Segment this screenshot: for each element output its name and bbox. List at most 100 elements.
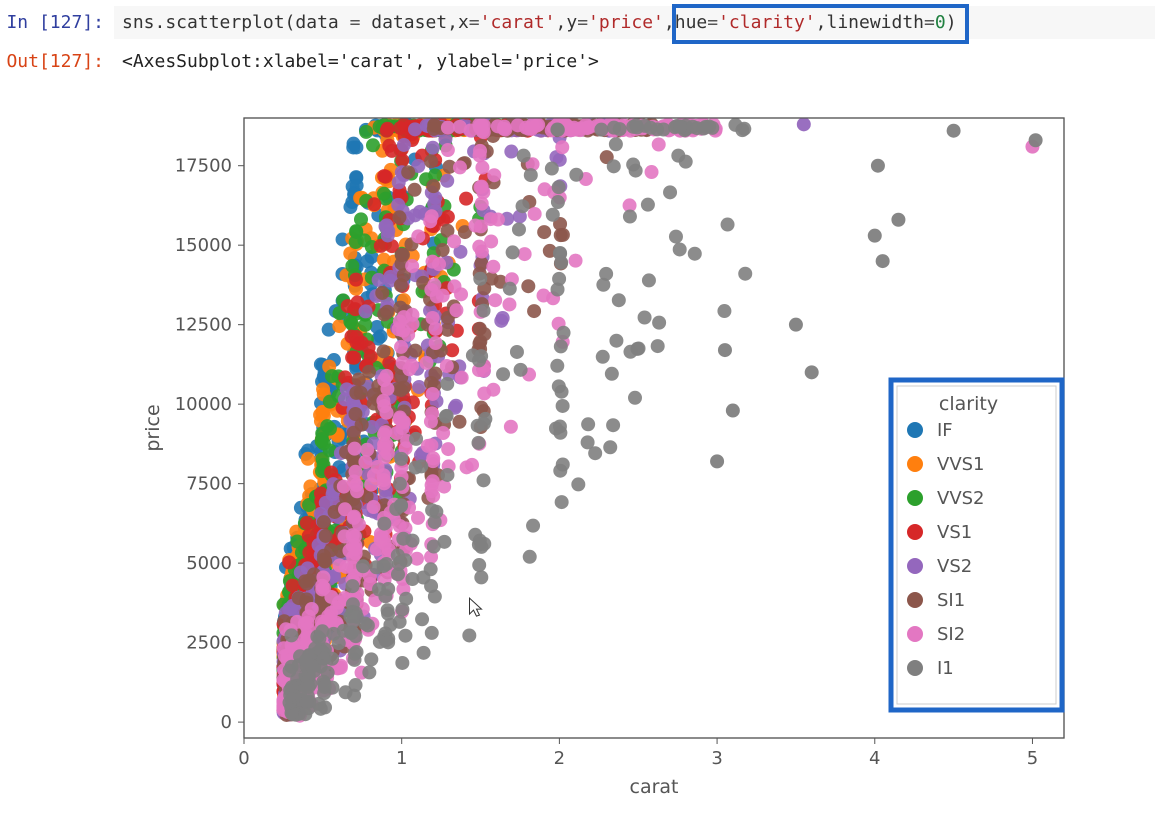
point bbox=[688, 247, 702, 261]
output-cell: Out[127]: <AxesSubplot:xlabel='carat', y… bbox=[4, 45, 1155, 78]
point bbox=[475, 161, 489, 175]
x-tick-label: 2 bbox=[554, 748, 565, 769]
point bbox=[354, 212, 368, 226]
point bbox=[556, 457, 570, 471]
x-tick-label: 4 bbox=[869, 748, 880, 769]
point bbox=[379, 170, 393, 184]
point bbox=[352, 517, 366, 531]
point bbox=[319, 529, 333, 543]
point bbox=[552, 379, 566, 393]
point bbox=[424, 562, 438, 576]
point bbox=[569, 168, 583, 182]
in-prompt-suffix: ]: bbox=[82, 12, 104, 33]
point bbox=[605, 367, 619, 381]
point bbox=[412, 380, 426, 394]
point bbox=[401, 165, 415, 179]
point bbox=[429, 336, 443, 350]
point bbox=[436, 426, 450, 440]
point bbox=[394, 340, 408, 354]
point bbox=[377, 517, 391, 531]
point bbox=[395, 248, 409, 262]
point bbox=[449, 303, 463, 317]
point bbox=[496, 367, 510, 381]
point-outlier bbox=[876, 254, 890, 268]
in-prompt-prefix: In [ bbox=[6, 12, 49, 33]
point bbox=[380, 369, 394, 383]
point bbox=[453, 160, 467, 174]
out-prompt-suffix: ]: bbox=[82, 51, 104, 72]
point bbox=[473, 149, 487, 163]
point bbox=[537, 225, 551, 239]
legend-label: SI2 bbox=[937, 624, 965, 645]
point bbox=[679, 155, 693, 169]
point bbox=[318, 700, 332, 714]
point bbox=[337, 480, 351, 494]
point bbox=[405, 259, 419, 273]
point bbox=[527, 304, 541, 318]
point bbox=[397, 381, 411, 395]
x-tick-label: 1 bbox=[396, 748, 407, 769]
legend-label: VS1 bbox=[937, 522, 972, 543]
point bbox=[346, 579, 360, 593]
point bbox=[440, 468, 454, 482]
legend-marker bbox=[907, 422, 923, 438]
chart-output: 025005000750010000125001500017500012345c… bbox=[114, 98, 1155, 818]
point-outlier bbox=[805, 365, 819, 379]
point bbox=[358, 617, 372, 631]
point bbox=[494, 314, 508, 328]
point bbox=[424, 438, 438, 452]
point bbox=[623, 210, 637, 224]
point bbox=[380, 305, 394, 319]
point bbox=[510, 345, 524, 359]
legend-marker bbox=[907, 626, 923, 642]
point bbox=[607, 159, 621, 173]
point bbox=[348, 407, 362, 421]
point bbox=[545, 162, 559, 176]
point bbox=[324, 543, 338, 557]
point bbox=[673, 120, 687, 134]
point bbox=[399, 592, 413, 606]
point bbox=[441, 210, 455, 224]
point bbox=[364, 652, 378, 666]
point bbox=[517, 149, 531, 163]
point bbox=[460, 460, 474, 474]
y-tick-label: 5000 bbox=[186, 553, 232, 574]
point bbox=[317, 686, 331, 700]
point bbox=[717, 304, 731, 318]
point bbox=[426, 255, 440, 269]
point bbox=[300, 577, 314, 591]
point bbox=[651, 339, 665, 353]
point bbox=[380, 122, 394, 136]
point bbox=[359, 125, 373, 139]
point bbox=[524, 168, 538, 182]
point bbox=[468, 219, 482, 233]
point bbox=[554, 256, 568, 270]
point bbox=[528, 207, 542, 221]
output-text: <AxesSubplot:xlabel='carat', ylabel='pri… bbox=[114, 45, 1155, 78]
point bbox=[377, 187, 391, 201]
point bbox=[393, 411, 407, 425]
point bbox=[652, 316, 666, 330]
point bbox=[487, 168, 501, 182]
code-input[interactable]: sns.scatterplot(data = dataset,x='carat'… bbox=[114, 6, 1155, 39]
point bbox=[301, 452, 315, 466]
point bbox=[638, 311, 652, 325]
legend-marker bbox=[907, 490, 923, 506]
point bbox=[645, 165, 659, 179]
point bbox=[441, 442, 455, 456]
point bbox=[392, 557, 406, 571]
point bbox=[277, 641, 291, 655]
point bbox=[425, 503, 439, 517]
point bbox=[596, 350, 610, 364]
point bbox=[551, 195, 565, 209]
point bbox=[391, 198, 405, 212]
point bbox=[349, 273, 363, 287]
input-prompt: In [127]: bbox=[4, 6, 114, 39]
point bbox=[392, 210, 406, 224]
point bbox=[474, 121, 488, 135]
point bbox=[285, 660, 299, 674]
point bbox=[375, 286, 389, 300]
point bbox=[417, 646, 431, 660]
point bbox=[389, 502, 403, 516]
point bbox=[669, 230, 683, 244]
